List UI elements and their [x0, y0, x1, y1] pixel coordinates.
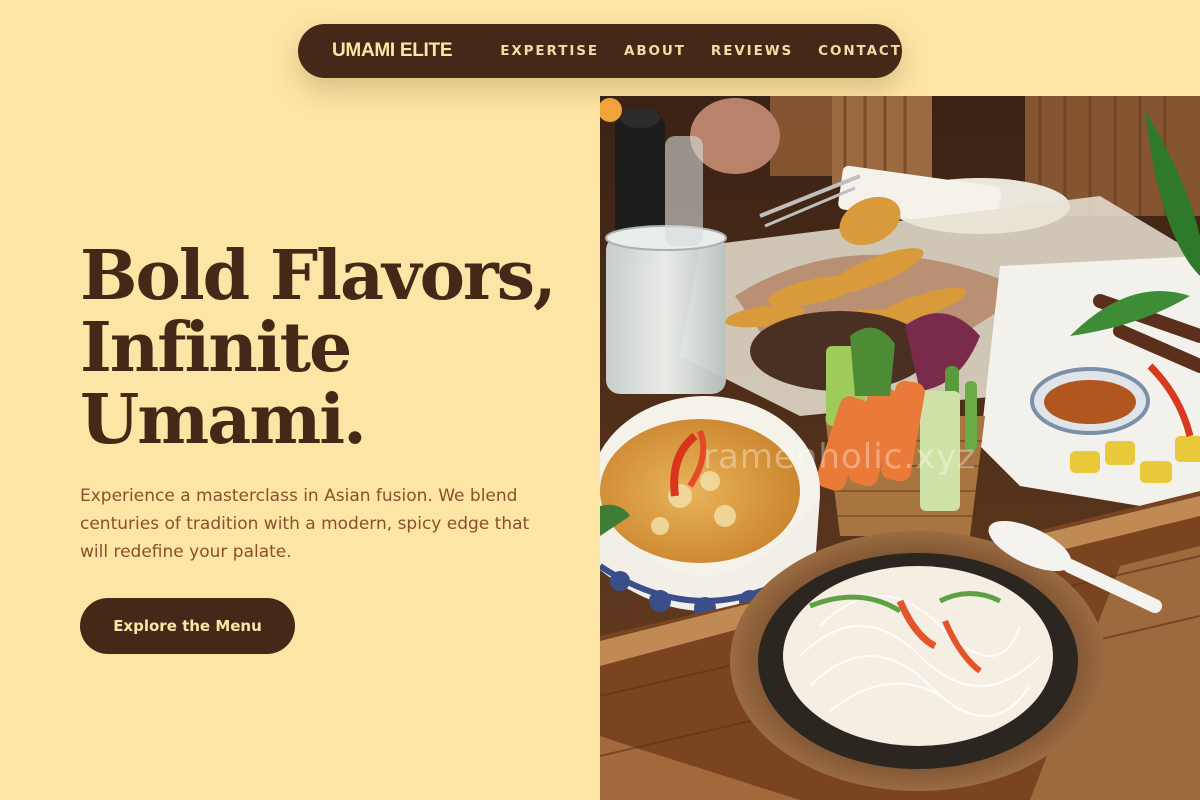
nav-link-contact[interactable]: CONTACT — [818, 43, 902, 59]
nav-link-expertise[interactable]: EXPERTISE — [500, 43, 599, 59]
nav-links: EXPERTISE ABOUT REVIEWS CONTACT — [500, 43, 902, 59]
hero-title-line: Umami. — [80, 380, 367, 460]
hero-title-line: Bold Flavors, — [80, 236, 557, 316]
nav-link-about[interactable]: ABOUT — [624, 43, 686, 59]
nav-link-reviews[interactable]: REVIEWS — [711, 43, 793, 59]
explore-menu-button[interactable]: Explore the Menu — [80, 598, 295, 654]
hero-title-line: Infinite — [80, 308, 352, 388]
hero-description: Experience a masterclass in Asian fusion… — [80, 486, 530, 562]
brand-logo[interactable]: UMAMI ELITE — [332, 40, 453, 62]
hero-title: Bold Flavors, Infinite Umami. — [80, 240, 580, 456]
image-watermark: ramenholic.xyz — [703, 437, 977, 477]
top-nav: UMAMI ELITE EXPERTISE ABOUT REVIEWS CONT… — [298, 24, 902, 78]
